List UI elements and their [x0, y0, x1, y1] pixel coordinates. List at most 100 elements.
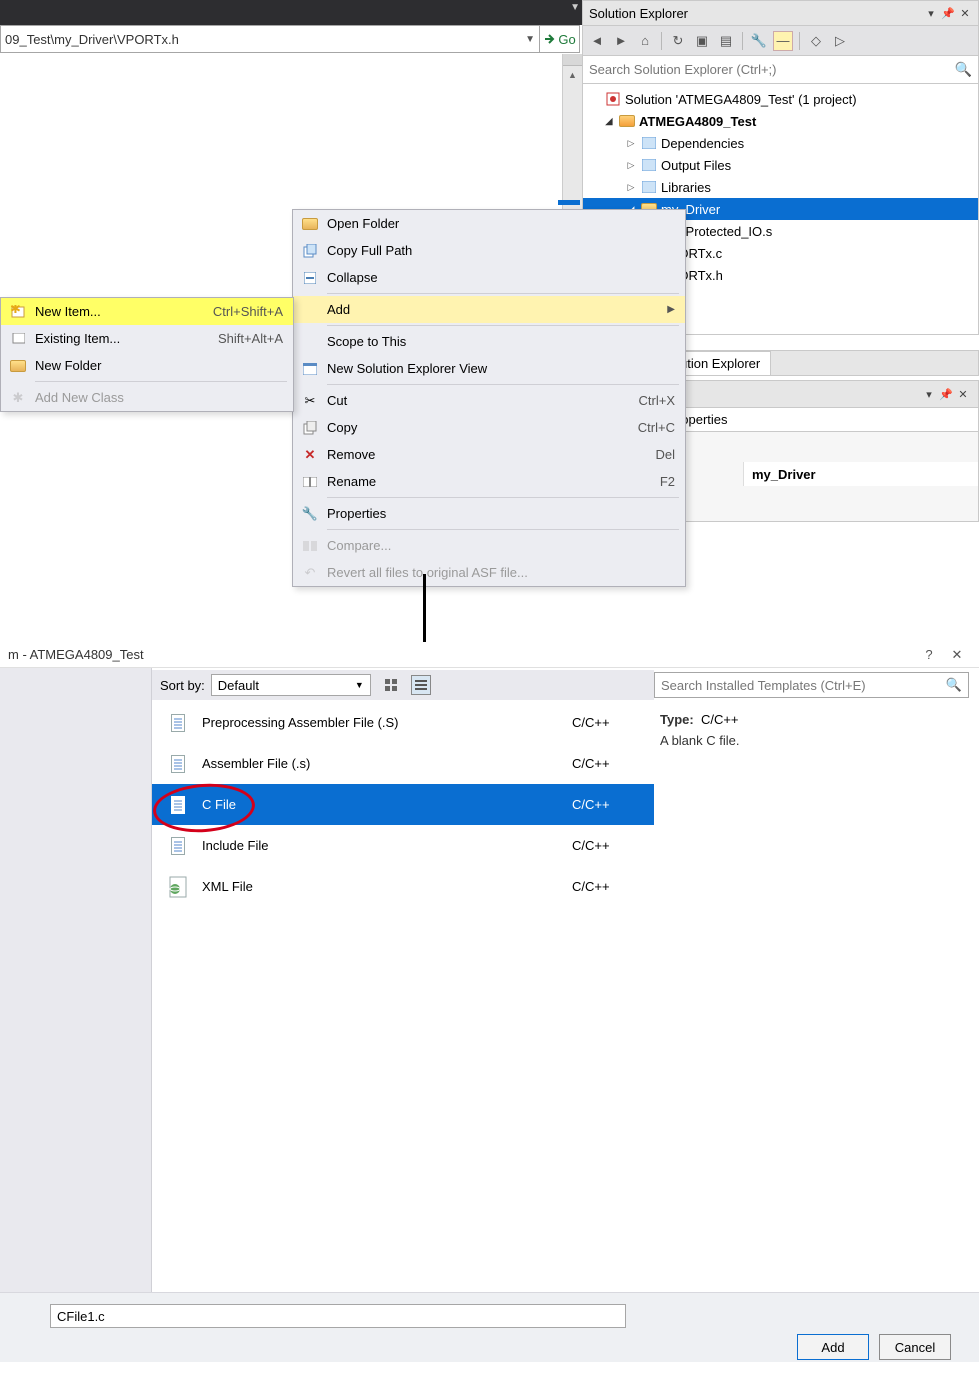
template-assembler[interactable]: Assembler File (.s) C/C++ — [152, 743, 654, 784]
template-include-file[interactable]: Include File C/C++ — [152, 825, 654, 866]
cancel-button[interactable]: Cancel — [879, 1334, 951, 1360]
search-icon[interactable]: 🔍 — [946, 677, 962, 693]
home-icon[interactable]: ⌂ — [635, 31, 655, 51]
view-grid-icon[interactable] — [381, 675, 401, 695]
output-files-node[interactable]: ▷ Output Files — [583, 154, 978, 176]
search-icon[interactable]: 🔍 — [955, 61, 972, 78]
submenu-existing-item[interactable]: Existing Item... Shift+Alt+A — [1, 325, 293, 352]
sort-by-dropdown[interactable]: Default ▼ — [211, 674, 371, 696]
view-list-icon[interactable] — [411, 675, 431, 695]
delete-icon: ✕ — [297, 447, 323, 463]
dependencies-node[interactable]: ▷ Dependencies — [583, 132, 978, 154]
menu-open-folder[interactable]: Open Folder — [293, 210, 685, 237]
submenu-new-folder[interactable]: New Folder — [1, 352, 293, 379]
help-button[interactable]: ? — [915, 647, 943, 662]
properties-icon[interactable]: 🔧 — [749, 31, 769, 51]
output-icon — [640, 157, 658, 173]
go-arrow-icon — [543, 32, 557, 46]
template-preprocessing-assembler[interactable]: Preprocessing Assembler File (.S) C/C++ — [152, 702, 654, 743]
add-button[interactable]: Add — [797, 1334, 869, 1360]
cut-icon: ✂ — [297, 393, 323, 409]
collapse-icon — [297, 272, 323, 284]
scroll-up-icon[interactable]: ▲ — [563, 66, 582, 84]
back-icon[interactable]: ◄ — [587, 31, 607, 51]
folder-icon — [297, 218, 323, 230]
path-bar[interactable]: 09_Test\my_Driver\VPORTx.h ▼ — [0, 25, 540, 53]
close-button[interactable]: ✕ — [943, 647, 971, 663]
dialog-left-panel — [0, 668, 152, 1292]
add-submenu: ✱ New Item... Ctrl+Shift+A Existing Item… — [0, 297, 294, 412]
file-icon — [164, 749, 192, 779]
libraries-node[interactable]: ▷ Libraries — [583, 176, 978, 198]
caret-marker — [558, 200, 580, 205]
svg-text:✱: ✱ — [10, 305, 21, 316]
template-search[interactable]: Search Installed Templates (Ctrl+E) 🔍 — [654, 672, 969, 698]
solution-root[interactable]: Solution 'ATMEGA4809_Test' (1 project) — [583, 88, 978, 110]
vertical-scrollbar[interactable]: ▲ — [562, 54, 582, 214]
preview-icon[interactable]: — — [773, 31, 793, 51]
menu-copy-full-path[interactable]: Copy Full Path — [293, 237, 685, 264]
forward-icon[interactable]: ► — [611, 31, 631, 51]
menu-remove[interactable]: ✕ Remove Del — [293, 441, 685, 468]
copy-icon — [297, 421, 323, 435]
solution-explorer-search[interactable]: Search Solution Explorer (Ctrl+;) 🔍 — [582, 56, 979, 84]
dialog-toolbar: Sort by: Default ▼ — [152, 670, 654, 700]
menu-revert-asf: ↶ Revert all files to original ASF file.… — [293, 559, 685, 586]
collapse-all-icon[interactable]: ▣ — [692, 31, 712, 51]
pin-icon[interactable]: 📌 — [941, 7, 955, 20]
project-icon — [618, 113, 636, 129]
info-type-label: Type: — [660, 712, 694, 727]
window-icon — [297, 363, 323, 375]
go-label: Go — [558, 32, 575, 47]
refresh-icon[interactable]: ↻ — [668, 31, 688, 51]
project-node[interactable]: ◢ ATMEGA4809_Test — [583, 110, 978, 132]
view-code-icon[interactable]: ◇ — [806, 31, 826, 51]
template-search-placeholder: Search Installed Templates (Ctrl+E) — [661, 678, 866, 693]
view-designer-icon[interactable]: ▷ — [830, 31, 850, 51]
submenu-new-item[interactable]: ✱ New Item... Ctrl+Shift+A — [1, 298, 293, 325]
close-icon[interactable]: ✕ — [956, 388, 970, 401]
references-icon — [640, 135, 658, 151]
solution-icon — [604, 91, 622, 107]
file-icon — [164, 708, 192, 738]
search-placeholder: Search Solution Explorer (Ctrl+;) — [589, 62, 777, 77]
template-c-file[interactable]: C File C/C++ — [152, 784, 654, 825]
xml-file-icon — [164, 872, 192, 902]
menu-copy[interactable]: Copy Ctrl+C — [293, 414, 685, 441]
path-text: 09_Test\my_Driver\VPORTx.h — [5, 32, 179, 47]
path-dropdown-icon[interactable]: ▼ — [525, 34, 535, 45]
libraries-icon — [640, 179, 658, 195]
filename-input[interactable]: CFile1.c — [50, 1304, 626, 1328]
menu-rename[interactable]: Rename F2 — [293, 468, 685, 495]
submenu-arrow-icon: ▶ — [667, 304, 675, 315]
sort-by-label: Sort by: — [160, 678, 205, 693]
chevron-down-icon: ▼ — [355, 680, 364, 690]
menu-new-solution-explorer-view[interactable]: New Solution Explorer View — [293, 355, 685, 382]
menu-collapse[interactable]: Collapse — [293, 264, 685, 291]
menu-cut[interactable]: ✂ Cut Ctrl+X — [293, 387, 685, 414]
panel-dropdown-icon[interactable]: ▾ — [924, 7, 938, 20]
property-value: my_Driver — [743, 462, 978, 486]
menu-scope-to-this[interactable]: Scope to This — [293, 328, 685, 355]
dialog-bottom-bar: CFile1.c Add Cancel — [0, 1292, 979, 1362]
show-all-icon[interactable]: ▤ — [716, 31, 736, 51]
class-icon: ✱ — [5, 390, 31, 406]
menu-bar: ▼ — [0, 0, 582, 25]
toolbar-dropdown-icon[interactable]: ▼ — [570, 2, 580, 13]
go-button[interactable]: Go — [540, 25, 580, 53]
dialog-titlebar: m - ATMEGA4809_Test ? ✕ — [0, 642, 979, 668]
file-icon — [164, 790, 192, 820]
wrench-icon: 🔧 — [297, 506, 323, 522]
menu-add[interactable]: Add ▶ — [293, 296, 685, 323]
menu-properties[interactable]: 🔧 Properties — [293, 500, 685, 527]
new-item-icon: ✱ — [5, 305, 31, 319]
submenu-add-new-class: ✱ Add New Class — [1, 384, 293, 411]
panel-dropdown-icon[interactable]: ▾ — [922, 388, 936, 401]
solution-explorer-toolbar: ◄ ► ⌂ ↻ ▣ ▤ 🔧 — ◇ ▷ — [582, 26, 979, 56]
close-icon[interactable]: ✕ — [958, 7, 972, 20]
add-new-item-dialog: m - ATMEGA4809_Test ? ✕ Sort by: Default… — [0, 642, 979, 1362]
template-xml-file[interactable]: XML File C/C++ — [152, 866, 654, 907]
split-handle[interactable] — [563, 54, 582, 66]
context-menu: Open Folder Copy Full Path Collapse Add … — [292, 209, 686, 587]
pin-icon[interactable]: 📌 — [939, 388, 953, 401]
